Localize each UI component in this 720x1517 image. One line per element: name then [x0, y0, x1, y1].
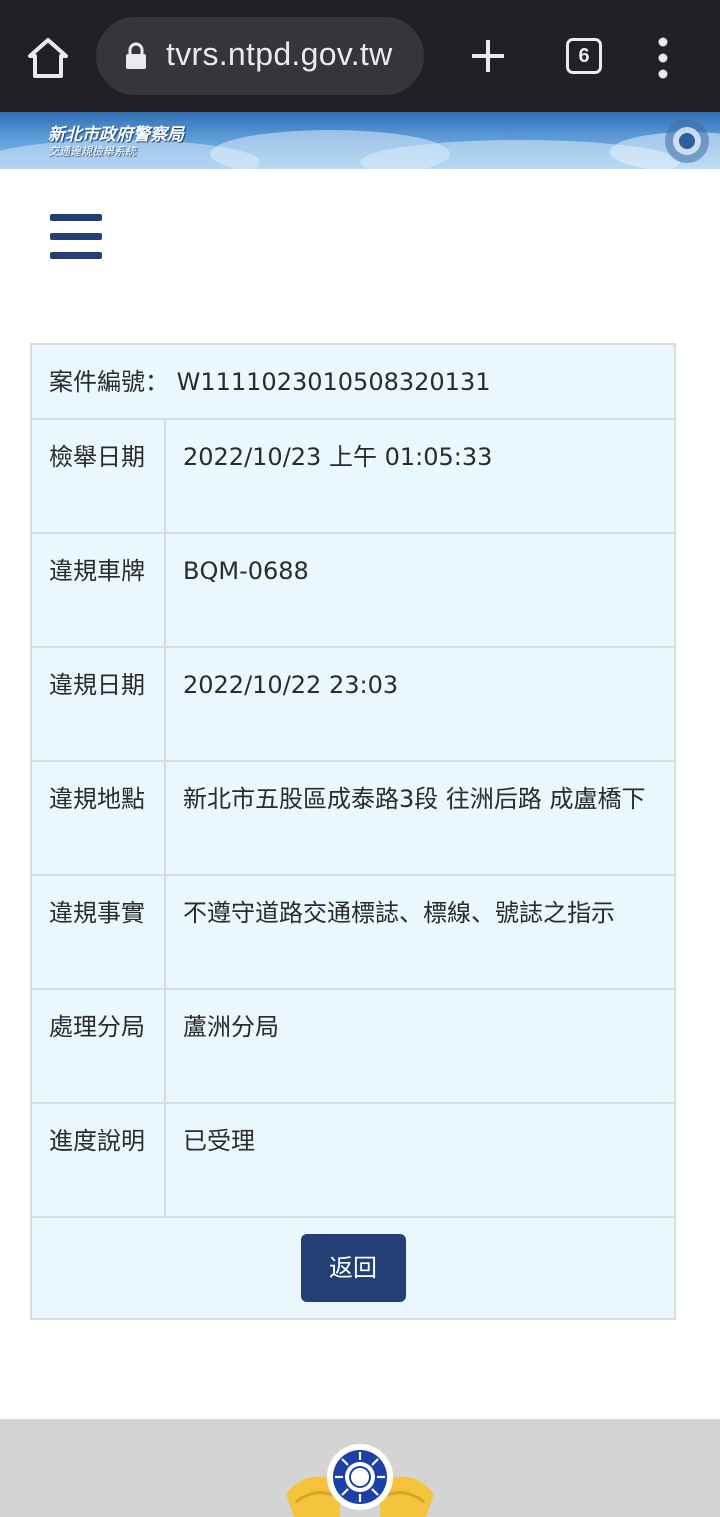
table-row: 進度說明 已受理 — [30, 1102, 676, 1218]
case-detail-table: 案件編號： W1111023010508320131 檢舉日期 2022/10/… — [30, 343, 676, 1320]
table-footer-row: 返回 — [30, 1216, 676, 1320]
case-number-row: 案件編號： W1111023010508320131 — [30, 343, 676, 420]
table-row: 處理分局 蘆洲分局 — [30, 988, 676, 1104]
table-row: 違規日期 2022/10/22 23:03 — [30, 646, 676, 762]
table-row: 違規車牌 BQM-0688 — [30, 532, 676, 648]
plate-label: 違規車牌 — [30, 532, 166, 648]
return-button[interactable]: 返回 — [300, 1234, 406, 1302]
precinct-value: 蘆洲分局 — [164, 988, 676, 1104]
table-row: 違規地點 新北市五股區成泰路3段 往洲后路 成盧橋下 — [30, 760, 676, 876]
home-icon[interactable] — [26, 36, 70, 80]
plate-value: BQM-0688 — [164, 532, 676, 648]
violation-location-value: 新北市五股區成泰路3段 往洲后路 成盧橋下 — [164, 760, 676, 876]
violation-date-label: 違規日期 — [30, 646, 166, 762]
police-badge-icon — [286, 1444, 434, 1517]
banner-title: 新北市政府警察局 — [48, 125, 184, 145]
violation-location-label: 違規地點 — [30, 760, 166, 876]
violation-fact-value: 不遵守道路交通標誌、標線、號誌之指示 — [164, 874, 676, 990]
tab-switcher-icon[interactable]: 6 — [566, 38, 602, 74]
plus-icon[interactable] — [466, 34, 510, 78]
report-date-value: 2022/10/23 上午 01:05:33 — [164, 418, 676, 534]
banner-subtitle: 交通違規檢舉系統 — [48, 145, 136, 158]
url-text[interactable]: tvrs.ntpd.gov.tw — [166, 36, 393, 73]
report-date-label: 檢舉日期 — [30, 418, 166, 534]
progress-label: 進度說明 — [30, 1102, 166, 1218]
hamburger-menu-icon[interactable] — [50, 214, 102, 260]
table-row: 檢舉日期 2022/10/23 上午 01:05:33 — [30, 418, 676, 534]
table-row: 違規事實 不遵守道路交通標誌、標線、號誌之指示 — [30, 874, 676, 990]
case-number: 案件編號： W1111023010508320131 — [30, 343, 676, 420]
violation-fact-label: 違規事實 — [30, 874, 166, 990]
precinct-label: 處理分局 — [30, 988, 166, 1104]
table-footer: 返回 — [30, 1216, 676, 1320]
more-vert-icon[interactable] — [652, 36, 674, 80]
lock-icon — [126, 42, 146, 69]
progress-value: 已受理 — [164, 1102, 676, 1218]
police-emblem-icon — [665, 119, 709, 163]
violation-date-value: 2022/10/22 23:03 — [164, 646, 676, 762]
